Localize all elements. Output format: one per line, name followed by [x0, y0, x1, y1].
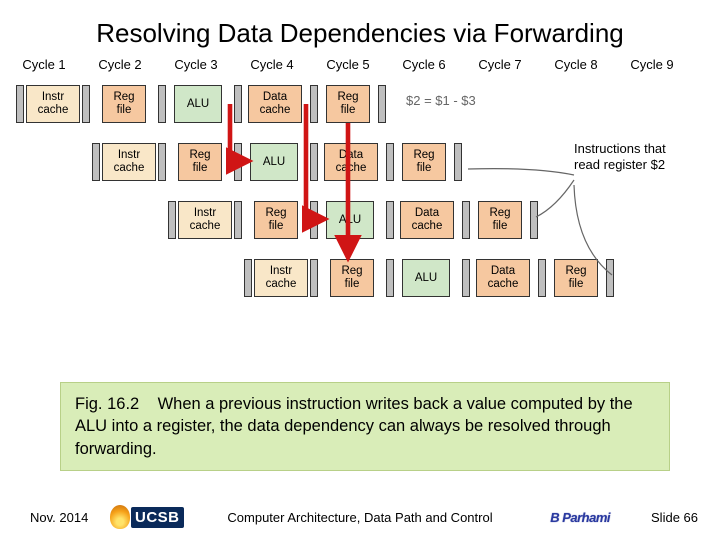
stage-reg-file: Regfile — [554, 259, 598, 297]
pipeline-latch — [386, 201, 394, 239]
stage-data-cache: Datacache — [400, 201, 454, 239]
flame-icon — [110, 505, 130, 529]
cycle-label: Cycle 7 — [472, 57, 528, 72]
stage-instr-cache: Instrcache — [26, 85, 80, 123]
stage-alu: ALU — [250, 143, 298, 181]
pipeline-latch — [378, 85, 386, 123]
cycle-label: Cycle 5 — [320, 57, 376, 72]
stage-instr-cache: Instrcache — [178, 201, 232, 239]
pipeline-latch — [310, 201, 318, 239]
pipeline-latch — [530, 201, 538, 239]
pipeline-latch — [462, 201, 470, 239]
cycle-label: Cycle 9 — [624, 57, 680, 72]
pipeline-latch — [462, 259, 470, 297]
caption-figure-number: Fig. 16.2 — [75, 395, 139, 413]
stage-reg-file: Regfile — [254, 201, 298, 239]
page-title: Resolving Data Dependencies via Forwardi… — [0, 0, 720, 57]
stage-data-cache: Datacache — [476, 259, 530, 297]
stage-reg-file: Regfile — [478, 201, 522, 239]
pipeline-latch — [310, 143, 318, 181]
cycle-label: Cycle 4 — [244, 57, 300, 72]
footer-date: Nov. 2014 — [30, 510, 88, 525]
pipeline-latch — [158, 143, 166, 181]
stage-alu: ALU — [402, 259, 450, 297]
footer: Nov. 2014 UCSB Computer Architecture, Da… — [0, 494, 720, 540]
stage-reg-file: Regfile — [330, 259, 374, 297]
cycle-label: Cycle 6 — [396, 57, 452, 72]
footer-slide-number: Slide 66 — [651, 510, 698, 525]
stage-data-cache: Datacache — [324, 143, 378, 181]
ucsb-logo-text: UCSB — [131, 507, 184, 528]
pipeline-latch — [310, 259, 318, 297]
pipeline-latch — [158, 85, 166, 123]
cycle-label: Cycle 8 — [548, 57, 604, 72]
stage-alu: ALU — [174, 85, 222, 123]
stage-reg-file: Regfile — [402, 143, 446, 181]
stage-reg-file: Regfile — [102, 85, 146, 123]
pipeline-latch — [234, 201, 242, 239]
stage-instr-cache: Instrcache — [254, 259, 308, 297]
instruction-formula: $2 = $1 - $3 — [406, 93, 476, 108]
pipeline-latch — [310, 85, 318, 123]
stage-reg-file: Regfile — [326, 85, 370, 123]
ucsb-logo: UCSB — [110, 505, 184, 529]
cycle-label: Cycle 1 — [16, 57, 72, 72]
figure-caption: Fig. 16.2 When a previous instruction wr… — [60, 382, 670, 471]
pipeline-latch — [234, 143, 242, 181]
pipeline-diagram: Cycle 1 Cycle 2 Cycle 3 Cycle 4 Cycle 5 … — [16, 57, 704, 357]
pipeline-latch — [244, 259, 252, 297]
footer-author: B Parhami — [550, 510, 610, 525]
pipeline-latch — [454, 143, 462, 181]
caption-text: When a previous instruction writes back … — [75, 395, 633, 458]
pipeline-latch — [16, 85, 24, 123]
cycle-label: Cycle 3 — [168, 57, 224, 72]
stage-alu: ALU — [326, 201, 374, 239]
pipeline-latch — [92, 143, 100, 181]
stage-reg-file: Regfile — [178, 143, 222, 181]
annotation-note: Instructions that read register $2 — [574, 141, 684, 172]
pipeline-latch — [606, 259, 614, 297]
cycle-label: Cycle 2 — [92, 57, 148, 72]
stage-instr-cache: Instrcache — [102, 143, 156, 181]
pipeline-latch — [386, 259, 394, 297]
pipeline-latch — [538, 259, 546, 297]
stage-data-cache: Datacache — [248, 85, 302, 123]
pipeline-latch — [386, 143, 394, 181]
pipeline-latch — [168, 201, 176, 239]
footer-course-title: Computer Architecture, Data Path and Con… — [227, 510, 492, 525]
pipeline-latch — [82, 85, 90, 123]
pipeline-latch — [234, 85, 242, 123]
